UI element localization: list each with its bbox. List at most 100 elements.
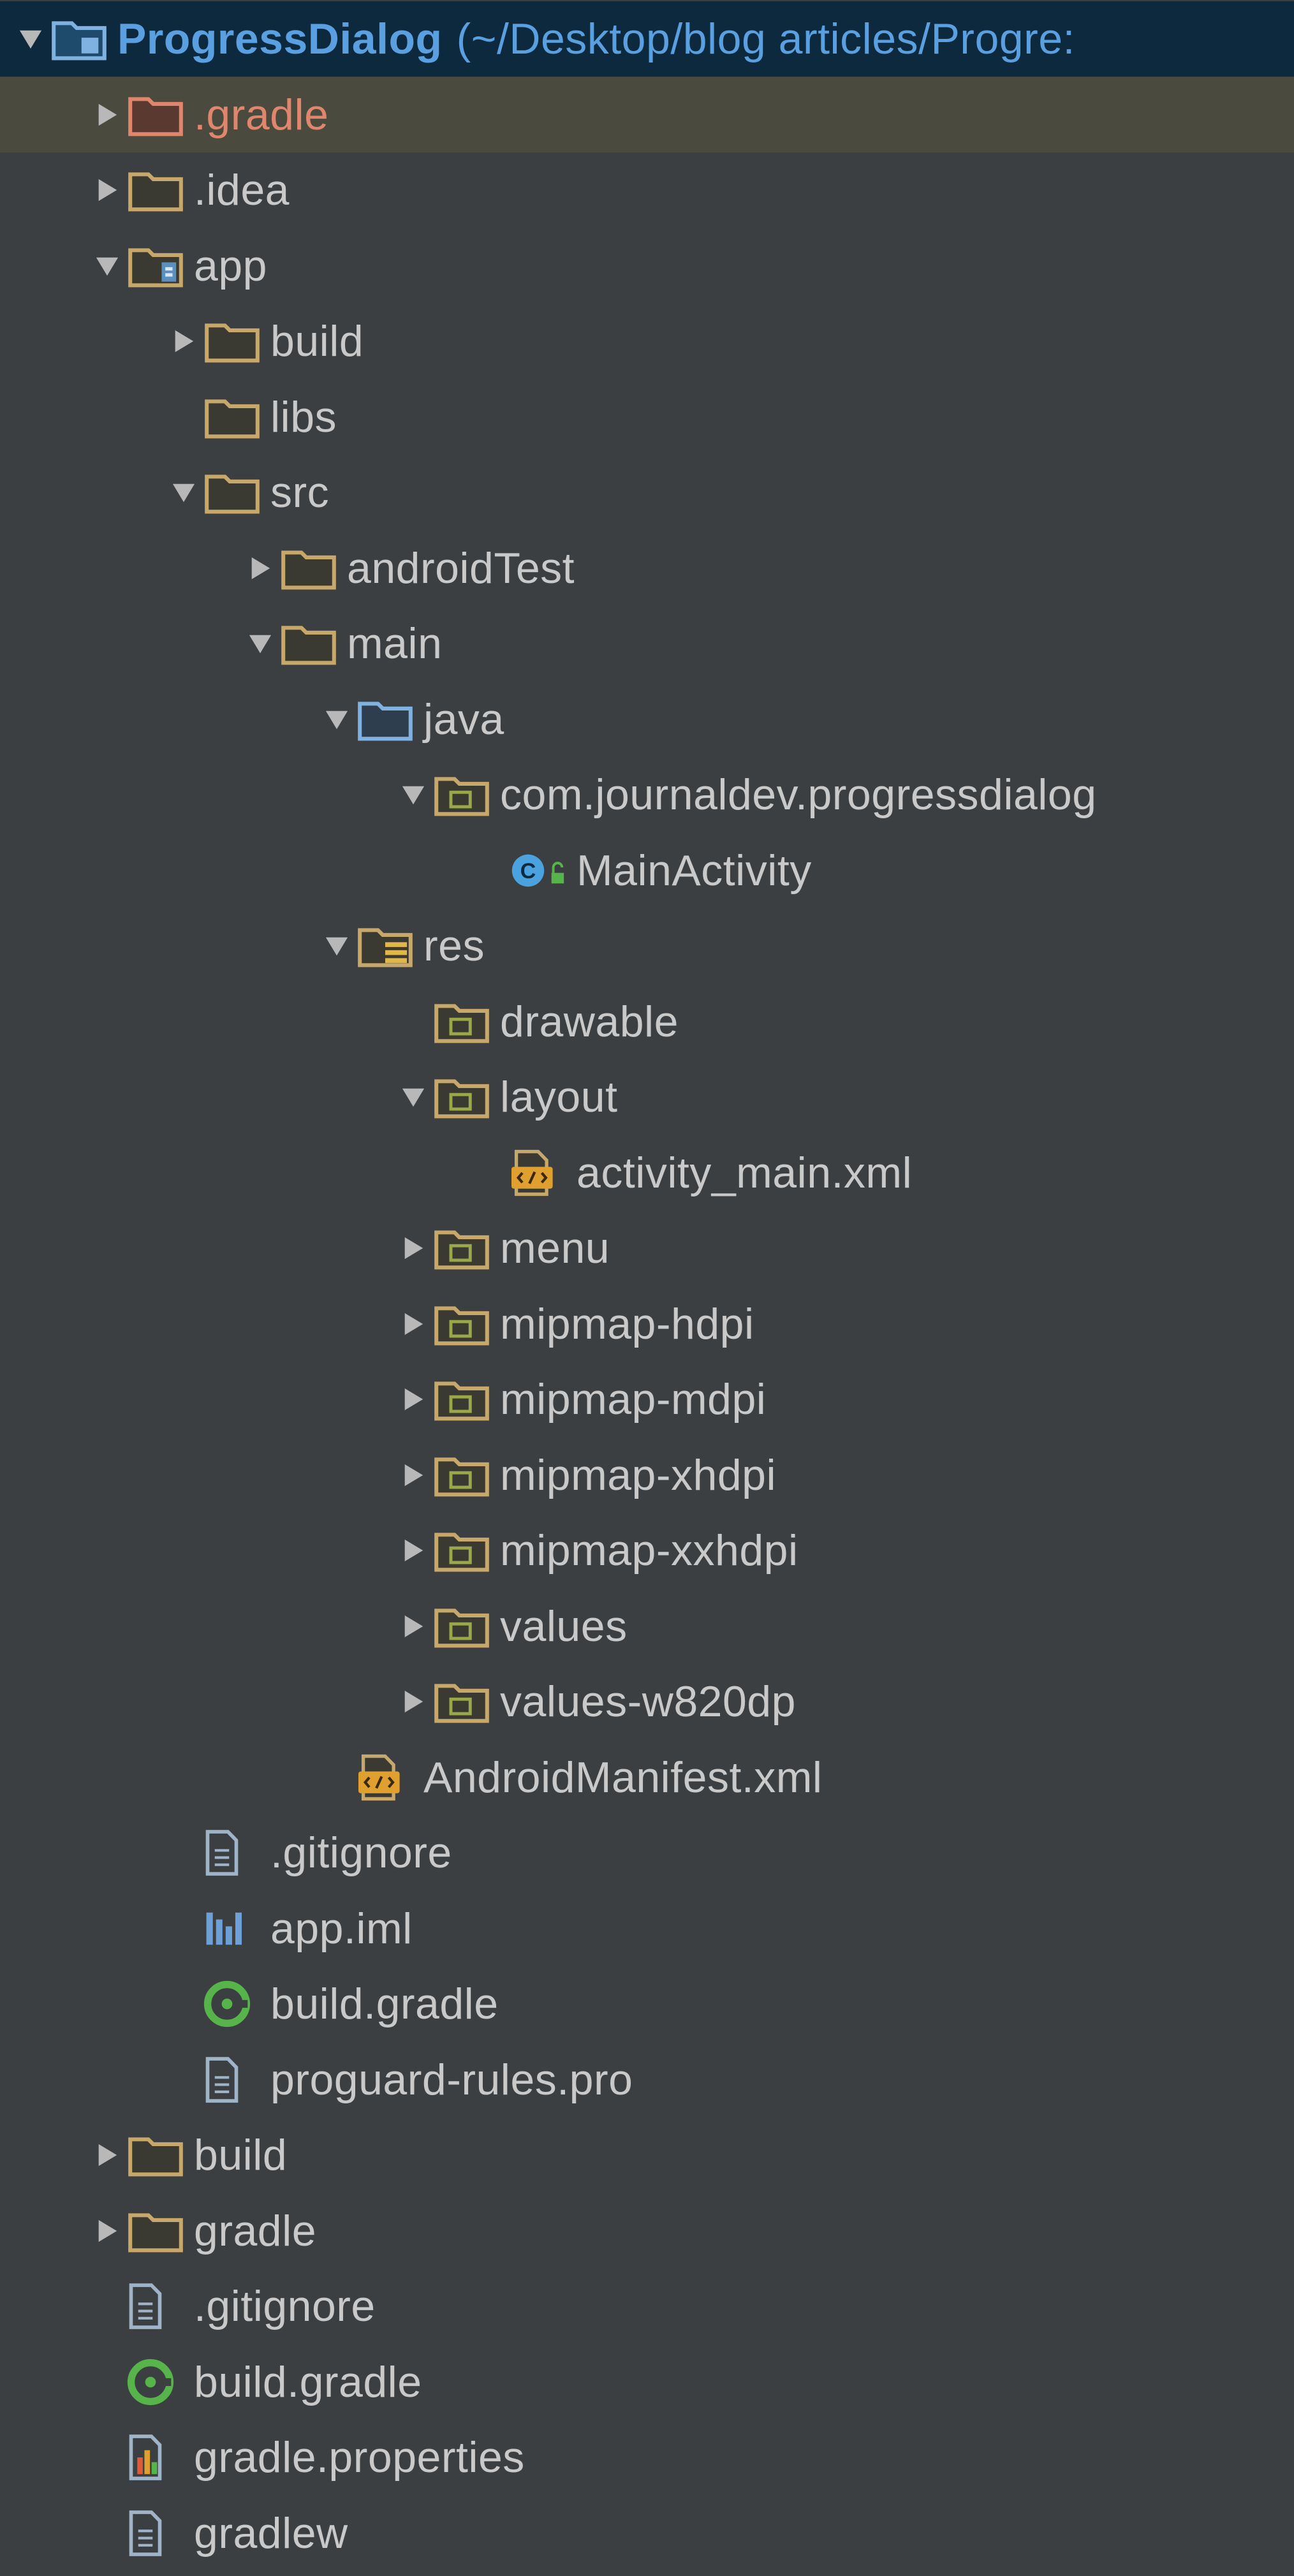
package-icon <box>432 996 496 1047</box>
tree-row-folder-gradle-hidden[interactable]: .gradle <box>0 77 1294 152</box>
excluded-folder-icon <box>126 89 190 140</box>
tree-item-label: mipmap-mdpi <box>500 1375 767 1424</box>
tree-row-folder-java[interactable]: java <box>0 682 1294 757</box>
project-tree: ProgressDialog (~/Desktop/blog articles/P… <box>0 0 1294 2576</box>
package-icon <box>432 769 496 820</box>
expanded-arrow-icon[interactable] <box>318 700 356 739</box>
tree-row-file-proguard-rules[interactable]: proguard-rules.pro <box>0 2042 1294 2117</box>
tree-row-folder-main[interactable]: main <box>0 606 1294 681</box>
collapsed-arrow-icon[interactable] <box>394 1682 432 1721</box>
tree-row-folder-mipmap-xxhdpi[interactable]: mipmap-xxhdpi <box>0 1513 1294 1588</box>
expanded-arrow-icon[interactable] <box>394 776 432 814</box>
tree-item-label: mipmap-xxhdpi <box>500 1526 798 1575</box>
tree-row-folder-menu[interactable]: menu <box>0 1211 1294 1286</box>
expanded-arrow-icon[interactable] <box>88 247 126 285</box>
tree-item-label: ProgressDialog <box>117 15 443 63</box>
expanded-arrow-icon[interactable] <box>11 20 50 58</box>
tree-row-file-root-build-gradle[interactable]: build.gradle <box>0 2344 1294 2420</box>
tree-item-label: gradlew <box>194 2509 348 2558</box>
collapsed-arrow-icon[interactable] <box>394 1380 432 1418</box>
tree-item-label: build.gradle <box>194 2358 422 2406</box>
iml-file-icon <box>203 1903 267 1954</box>
tree-row-file-root-gitignore[interactable]: .gitignore <box>0 2269 1294 2344</box>
tree-item-label: java <box>423 695 504 744</box>
tree-row-folder-values[interactable]: values <box>0 1589 1294 1664</box>
expanded-arrow-icon[interactable] <box>394 1078 432 1116</box>
tree-row-class-mainactivity[interactable]: C MainActivity <box>0 833 1294 908</box>
expanded-arrow-icon[interactable] <box>165 473 203 512</box>
tree-item-label: gradle.properties <box>194 2433 525 2482</box>
collapsed-arrow-icon[interactable] <box>394 1531 432 1570</box>
folder-icon <box>203 392 267 443</box>
tree-item-label: libs <box>270 393 337 441</box>
tree-item-label: res <box>423 922 485 970</box>
tree-row-file-app-gitignore[interactable]: .gitignore <box>0 1815 1294 1890</box>
tree-item-label: layout <box>500 1073 618 1121</box>
tree-row-folder-androidtest[interactable]: androidTest <box>0 531 1294 606</box>
tree-row-folder-layout[interactable]: layout <box>0 1059 1294 1135</box>
package-icon <box>432 1601 496 1652</box>
collapsed-arrow-icon[interactable] <box>394 1305 432 1343</box>
collapsed-arrow-icon[interactable] <box>394 1456 432 1494</box>
tree-row-file-androidmanifest-xml[interactable]: AndroidManifest.xml <box>0 1740 1294 1815</box>
tree-row-file-app-build-gradle[interactable]: build.gradle <box>0 1966 1294 2042</box>
collapsed-arrow-icon[interactable] <box>88 2212 126 2250</box>
collapsed-arrow-icon[interactable] <box>88 171 126 209</box>
collapsed-arrow-icon[interactable] <box>88 96 126 134</box>
tree-row-module-app[interactable]: app <box>0 228 1294 304</box>
tree-item-label: mipmap-xhdpi <box>500 1451 777 1499</box>
tree-item-label: MainActivity <box>577 846 812 895</box>
tree-row-folder-values-w820dp[interactable]: values-w820dp <box>0 1664 1294 1739</box>
tree-item-label: .idea <box>194 166 290 214</box>
project-path-label: (~/Desktop/blog articles/Progre: <box>456 15 1075 63</box>
tree-item-label: main <box>347 619 443 668</box>
tree-row-folder-drawable[interactable]: drawable <box>0 984 1294 1059</box>
tree-row-file-gradlew[interactable]: gradlew <box>0 2496 1294 2571</box>
xml-file-icon <box>509 1147 573 1198</box>
tree-row-folder-src[interactable]: src <box>0 455 1294 530</box>
tree-item-label: build.gradle <box>270 1980 499 2028</box>
tree-row-package-progressdialog[interactable]: com.journaldev.progressdialog <box>0 757 1294 832</box>
tree-row-folder-mipmap-hdpi[interactable]: mipmap-hdpi <box>0 1286 1294 1362</box>
tree-row-folder-app-build[interactable]: build <box>0 304 1294 379</box>
collapsed-arrow-icon[interactable] <box>88 2136 126 2174</box>
tree-row-folder-res[interactable]: res <box>0 908 1294 983</box>
expanded-arrow-icon[interactable] <box>318 927 356 965</box>
tree-row-folder-build[interactable]: build <box>0 2117 1294 2193</box>
tree-row-folder-mipmap-mdpi[interactable]: mipmap-mdpi <box>0 1362 1294 1437</box>
tree-item-label: AndroidManifest.xml <box>423 1753 823 1802</box>
tree-row-folder-idea[interactable]: .idea <box>0 152 1294 228</box>
tree-row-file-gradle-properties[interactable]: gradle.properties <box>0 2420 1294 2495</box>
folder-icon <box>203 316 267 367</box>
java-class-icon: C <box>509 845 573 896</box>
collapsed-arrow-icon[interactable] <box>394 1607 432 1645</box>
package-icon <box>432 1299 496 1350</box>
collapsed-arrow-icon[interactable] <box>241 549 279 587</box>
folder-icon <box>203 467 267 518</box>
tree-row-folder-gradle[interactable]: gradle <box>0 2193 1294 2269</box>
properties-file-icon <box>126 2432 190 2483</box>
xml-file-icon <box>356 1752 420 1803</box>
collapsed-arrow-icon[interactable] <box>394 1229 432 1267</box>
tree-row-project-root[interactable]: ProgressDialog (~/Desktop/blog articles/P… <box>0 1 1294 77</box>
tree-row-folder-mipmap-xhdpi[interactable]: mipmap-xhdpi <box>0 1438 1294 1513</box>
package-icon <box>432 1676 496 1727</box>
text-file-icon <box>126 2508 190 2559</box>
folder-icon <box>126 2205 190 2256</box>
gradle-file-icon <box>203 1978 267 2029</box>
tree-item-label: com.journaldev.progressdialog <box>500 770 1097 819</box>
tree-row-folder-libs[interactable]: libs <box>0 379 1294 455</box>
package-icon <box>432 1071 496 1122</box>
tree-row-file-app-iml[interactable]: app.iml <box>0 1891 1294 1966</box>
tree-row-file-activity-main-xml[interactable]: activity_main.xml <box>0 1135 1294 1211</box>
project-folder-icon <box>50 13 114 64</box>
collapsed-arrow-icon[interactable] <box>165 322 203 360</box>
expanded-arrow-icon[interactable] <box>241 624 279 663</box>
text-file-icon <box>126 2281 190 2332</box>
